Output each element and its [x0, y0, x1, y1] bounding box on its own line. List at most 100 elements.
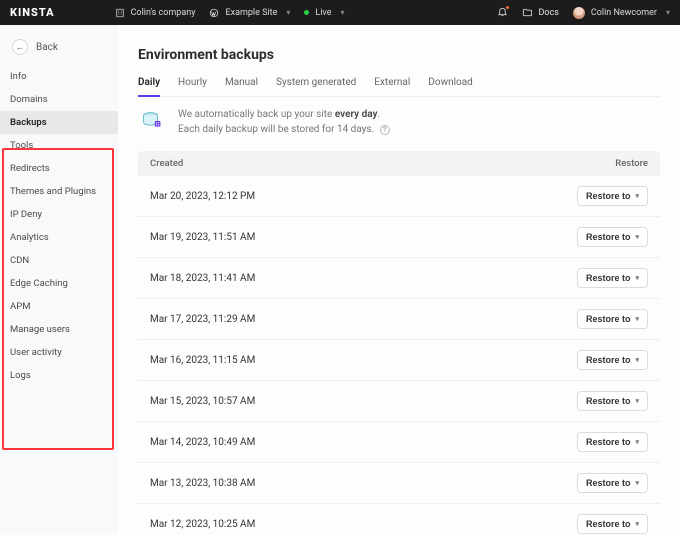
backup-row: Mar 15, 2023, 10:57 AM Restore to ▾ — [138, 381, 660, 422]
chevron-down-icon: ▾ — [635, 520, 639, 528]
restore-button[interactable]: Restore to ▾ — [577, 514, 648, 534]
restore-label: Restore to — [586, 191, 631, 201]
backup-row: Mar 20, 2023, 12:12 PM Restore to ▾ — [138, 176, 660, 217]
restore-label: Restore to — [586, 396, 631, 406]
chevron-down-icon: ▾ — [635, 479, 639, 487]
restore-label: Restore to — [586, 437, 631, 447]
user-menu[interactable]: Colin Newcomer ▾ — [573, 7, 670, 19]
main-content: Environment backups Daily Hourly Manual … — [118, 25, 680, 535]
restore-button[interactable]: Restore to ▾ — [577, 227, 648, 247]
backup-timestamp: Mar 19, 2023, 11:51 AM — [150, 232, 255, 243]
help-icon[interactable]: ? — [380, 125, 390, 135]
sidebar-item-user-activity[interactable]: User activity — [0, 341, 118, 364]
tab-download[interactable]: Download — [428, 77, 473, 96]
sidebar-item-manage-users[interactable]: Manage users — [0, 318, 118, 341]
restore-button[interactable]: Restore to ▾ — [577, 309, 648, 329]
restore-button[interactable]: Restore to ▾ — [577, 186, 648, 206]
restore-label: Restore to — [586, 232, 631, 242]
tab-hourly[interactable]: Hourly — [178, 77, 207, 96]
notifications-button[interactable] — [497, 6, 508, 20]
sidebar-item-backups[interactable]: Backups — [0, 111, 118, 134]
info-text-line2: Each daily backup will be stored for 14 … — [178, 124, 374, 135]
page-title: Environment backups — [138, 47, 660, 63]
chevron-down-icon: ▾ — [286, 8, 290, 17]
sidebar-item-tools[interactable]: Tools — [0, 134, 118, 157]
sidebar-item-ip-deny[interactable]: IP Deny — [0, 203, 118, 226]
restore-label: Restore to — [586, 519, 631, 529]
backup-table-body: Mar 20, 2023, 12:12 PM Restore to ▾ Mar 19,… — [138, 176, 660, 535]
chevron-down-icon: ▾ — [635, 233, 639, 241]
chevron-down-icon: ▾ — [635, 274, 639, 282]
notification-indicator — [506, 6, 509, 9]
company-name: Colin's company — [131, 8, 196, 18]
restore-label: Restore to — [586, 478, 631, 488]
tab-system-generated[interactable]: System generated — [276, 77, 356, 96]
sidebar-item-edge-caching[interactable]: Edge Caching — [0, 272, 118, 295]
site-name: Example Site — [225, 8, 277, 18]
sidebar-item-domains[interactable]: Domains — [0, 88, 118, 111]
backup-tabs: Daily Hourly Manual System generated Ext… — [138, 77, 660, 97]
backup-row: Mar 17, 2023, 11:29 AM Restore to ▾ — [138, 299, 660, 340]
backup-row: Mar 14, 2023, 10:49 AM Restore to ▾ — [138, 422, 660, 463]
top-bar: KINSTA Colin's company Example Site ▾ Li… — [0, 0, 680, 25]
tab-manual[interactable]: Manual — [225, 77, 258, 96]
backup-timestamp: Mar 12, 2023, 10:25 AM — [150, 519, 255, 530]
docs-label: Docs — [538, 8, 558, 18]
restore-button[interactable]: Restore to ▾ — [577, 350, 648, 370]
backup-table-header: Created Restore — [138, 151, 660, 176]
info-text-c: . — [378, 109, 381, 120]
backup-timestamp: Mar 15, 2023, 10:57 AM — [150, 396, 255, 407]
sidebar-item-info[interactable]: Info — [0, 65, 118, 88]
docs-link[interactable]: Docs — [522, 7, 558, 18]
info-text-a: We automatically back up your site — [178, 109, 335, 120]
brand-logo: KINSTA — [10, 6, 55, 19]
chevron-down-icon: ▾ — [341, 8, 345, 17]
back-label: Back — [36, 42, 58, 53]
tab-external[interactable]: External — [374, 77, 410, 96]
backup-timestamp: Mar 14, 2023, 10:49 AM — [150, 437, 255, 448]
env-status-dot — [304, 10, 309, 15]
site-switcher[interactable]: Example Site ▾ — [209, 8, 290, 18]
backup-timestamp: Mar 16, 2023, 11:15 AM — [150, 355, 255, 366]
tab-daily[interactable]: Daily — [138, 77, 160, 96]
backup-row: Mar 18, 2023, 11:41 AM Restore to ▾ — [138, 258, 660, 299]
restore-button[interactable]: Restore to ▾ — [577, 268, 648, 288]
company-switcher[interactable]: Colin's company — [115, 8, 196, 18]
backup-timestamp: Mar 18, 2023, 11:41 AM — [150, 273, 255, 284]
col-created: Created — [150, 158, 183, 169]
user-avatar — [573, 7, 585, 19]
restore-button[interactable]: Restore to ▾ — [577, 391, 648, 411]
restore-button[interactable]: Restore to ▾ — [577, 432, 648, 452]
restore-button[interactable]: Restore to ▾ — [577, 473, 648, 493]
building-icon — [115, 8, 125, 18]
chevron-down-icon: ▾ — [635, 438, 639, 446]
restore-label: Restore to — [586, 273, 631, 283]
sidebar-item-cdn[interactable]: CDN — [0, 249, 118, 272]
restore-label: Restore to — [586, 314, 631, 324]
environment-label: Live — [315, 8, 331, 18]
sidebar-item-redirects[interactable]: Redirects — [0, 157, 118, 180]
info-text-b: every day — [335, 109, 378, 120]
user-name: Colin Newcomer — [591, 8, 657, 18]
sidebar-item-logs[interactable]: Logs — [0, 364, 118, 387]
sidebar: ← Back Info Domains Backups Tools Redire… — [0, 25, 118, 535]
chevron-down-icon: ▾ — [635, 397, 639, 405]
back-link[interactable]: ← Back — [0, 35, 118, 65]
backup-timestamp: Mar 13, 2023, 10:38 AM — [150, 478, 255, 489]
chevron-down-icon: ▾ — [635, 315, 639, 323]
sidebar-item-apm[interactable]: APM — [0, 295, 118, 318]
backup-timestamp: Mar 20, 2023, 12:12 PM — [150, 191, 255, 202]
arrow-left-icon: ← — [12, 39, 28, 55]
backup-row: Mar 13, 2023, 10:38 AM Restore to ▾ — [138, 463, 660, 504]
sidebar-item-themes-plugins[interactable]: Themes and Plugins — [0, 180, 118, 203]
environment-switcher[interactable]: Live ▾ — [304, 8, 344, 18]
backup-row: Mar 12, 2023, 10:25 AM Restore to ▾ — [138, 504, 660, 535]
backup-timestamp: Mar 17, 2023, 11:29 AM — [150, 314, 255, 325]
col-restore: Restore — [615, 158, 648, 169]
chevron-down-icon: ▾ — [635, 356, 639, 364]
folder-icon — [522, 7, 533, 18]
sidebar-item-analytics[interactable]: Analytics — [0, 226, 118, 249]
backup-row: Mar 16, 2023, 11:15 AM Restore to ▾ — [138, 340, 660, 381]
chevron-down-icon: ▾ — [635, 192, 639, 200]
restore-label: Restore to — [586, 355, 631, 365]
